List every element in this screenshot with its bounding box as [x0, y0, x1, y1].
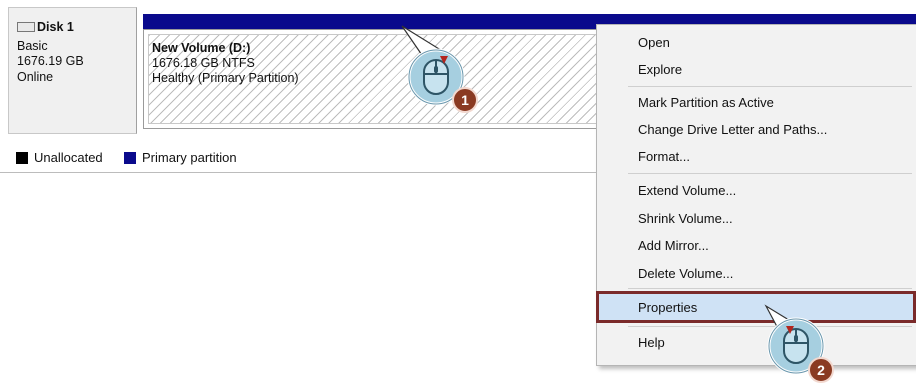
disk-status: Online: [17, 70, 54, 84]
menu-item-shrink-volume[interactable]: Shrink Volume...: [638, 211, 733, 226]
legend-label-unallocated: Unallocated: [34, 150, 103, 165]
menu-item-format[interactable]: Format...: [638, 149, 690, 164]
menu-separator: [628, 288, 912, 289]
menu-item-extend-volume[interactable]: Extend Volume...: [638, 183, 736, 198]
menu-item-mark-active[interactable]: Mark Partition as Active: [638, 95, 774, 110]
disk-info-box[interactable]: Disk 1 Basic 1676.19 GB Online: [8, 7, 137, 134]
legend-label-primary: Primary partition: [142, 150, 237, 165]
menu-separator: [628, 173, 912, 174]
volume-health: Healthy (Primary Partition): [152, 71, 299, 85]
legend-swatch-primary: [124, 152, 136, 164]
menu-item-explore[interactable]: Explore: [638, 62, 682, 77]
menu-item-change-drive-letter[interactable]: Change Drive Letter and Paths...: [638, 122, 827, 137]
menu-item-delete-volume[interactable]: Delete Volume...: [638, 266, 733, 281]
mouse-left-click-icon: [783, 326, 809, 364]
disk-drive-icon: [17, 21, 35, 32]
disk-name: Disk 1: [37, 20, 74, 34]
disk-type: Basic: [17, 39, 48, 53]
disk-size: 1676.19 GB: [17, 54, 84, 68]
legend-swatch-unallocated: [16, 152, 28, 164]
menu-item-help[interactable]: Help: [638, 335, 665, 350]
disk-title: Disk 1: [17, 20, 74, 35]
menu-item-add-mirror[interactable]: Add Mirror...: [638, 238, 709, 253]
volume-size-fs: 1676.18 GB NTFS: [152, 56, 255, 70]
step-badge-1: 1: [452, 87, 478, 113]
menu-separator: [628, 86, 912, 87]
menu-item-open[interactable]: Open: [638, 35, 670, 50]
menu-item-properties[interactable]: Properties: [638, 300, 697, 315]
step-badge-2: 2: [808, 357, 834, 383]
volume-name: New Volume (D:): [152, 41, 251, 55]
